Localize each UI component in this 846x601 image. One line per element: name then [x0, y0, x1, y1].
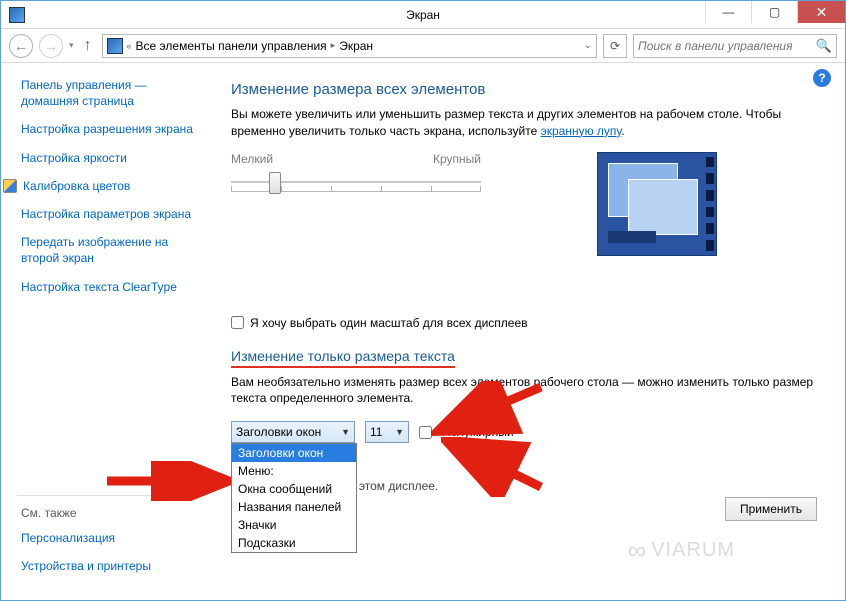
dropdown-option[interactable]: Окна сообщений: [232, 480, 356, 498]
crumb-separator-icon: ▸: [331, 40, 336, 51]
checkbox-one-scale-label: Я хочу выбрать один масштаб для всех дис…: [250, 316, 528, 330]
bold-label: Полужирный: [442, 425, 514, 439]
bold-checkbox[interactable]: [419, 426, 432, 439]
sidebar-link-calibrate[interactable]: Калибровка цветов: [23, 178, 130, 194]
size-combobox[interactable]: 11 ▼: [365, 421, 409, 443]
dropdown-option[interactable]: Подсказки: [232, 534, 356, 552]
heading-text-only: Изменение только размера текста: [231, 348, 817, 368]
infinity-icon: ∞: [628, 535, 648, 566]
address-bar: ← → ▾ ↑ « Все элементы панели управления…: [1, 29, 845, 63]
watermark: ∞ VIARUM: [628, 535, 735, 566]
slider-max-label: Крупный: [433, 152, 481, 166]
maximize-button[interactable]: ▢: [751, 1, 797, 23]
element-combobox-value: Заголовки окон: [236, 425, 321, 439]
close-button[interactable]: ✕: [797, 1, 845, 23]
sidebar-link-brightness[interactable]: Настройка яркости: [21, 150, 201, 166]
size-combobox-value: 11: [370, 425, 382, 439]
see-also-devices[interactable]: Устройства и принтеры: [21, 558, 201, 574]
control-panel-icon: [107, 38, 123, 54]
sidebar-link-project[interactable]: Передать изображение на второй экран: [21, 234, 201, 266]
history-dropdown-icon[interactable]: ▾: [69, 40, 74, 51]
monitor-illustration: [597, 152, 717, 256]
element-dropdown-list: Заголовки окон Меню: Окна сообщений Назв…: [231, 443, 357, 553]
search-box[interactable]: 🔍: [633, 34, 837, 58]
slider-labels: Мелкий Крупный: [231, 152, 481, 166]
back-button[interactable]: ←: [9, 34, 33, 58]
sidebar-link-cleartype[interactable]: Настройка текста ClearType: [21, 279, 201, 295]
desc-resize-all: Вы можете увеличить или уменьшить размер…: [231, 106, 817, 140]
crumb-display[interactable]: Экран: [339, 39, 373, 53]
crumb-root: «: [127, 41, 132, 51]
scale-slider[interactable]: [231, 172, 481, 192]
dropdown-option[interactable]: Значки: [232, 516, 356, 534]
apply-button[interactable]: Применить: [725, 497, 817, 521]
shield-icon: [3, 179, 17, 193]
chevron-down-icon: ▼: [341, 427, 350, 437]
title-bar: Экран — ▢ ✕: [1, 1, 845, 29]
chevron-down-icon: ▼: [395, 427, 404, 437]
refresh-button[interactable]: ⟳: [603, 34, 627, 58]
breadcrumb-bar[interactable]: « Все элементы панели управления ▸ Экран…: [102, 34, 597, 58]
window-buttons: — ▢ ✕: [705, 1, 845, 23]
sidebar-link-display-settings[interactable]: Настройка параметров экрана: [21, 206, 201, 222]
crumb-all-items[interactable]: Все элементы панели управления: [136, 39, 327, 53]
minimize-button[interactable]: —: [705, 1, 751, 23]
dropdown-option[interactable]: Названия панелей: [232, 498, 356, 516]
up-button[interactable]: ↑: [80, 37, 96, 55]
text-size-controls: Заголовки окон ▼ Заголовки окон Меню: Ок…: [231, 421, 817, 443]
sidebar: Панель управления — домашняя страница На…: [1, 63, 211, 600]
address-dropdown-icon[interactable]: ⌄: [584, 40, 592, 51]
dropdown-option[interactable]: Меню:: [232, 462, 356, 480]
forward-button[interactable]: →: [39, 34, 63, 58]
search-icon[interactable]: 🔍: [816, 38, 832, 54]
dropdown-option[interactable]: Заголовки окон: [232, 444, 356, 462]
search-input[interactable]: [638, 39, 816, 53]
see-also-heading: См. также: [21, 506, 201, 520]
see-also-personalization[interactable]: Персонализация: [21, 530, 201, 546]
sidebar-link-resolution[interactable]: Настройка разрешения экрана: [21, 121, 201, 137]
magnifier-link[interactable]: экранную лупу: [541, 124, 622, 138]
slider-min-label: Мелкий: [231, 152, 273, 166]
checkbox-one-scale[interactable]: [231, 316, 244, 329]
help-icon[interactable]: ?: [813, 69, 831, 87]
slider-thumb[interactable]: [269, 172, 281, 194]
element-combobox[interactable]: Заголовки окон ▼ Заголовки окон Меню: Ок…: [231, 421, 355, 443]
sidebar-link-home[interactable]: Панель управления — домашняя страница: [21, 77, 201, 109]
heading-resize-all: Изменение размера всех элементов: [231, 81, 817, 98]
content-area: ? Изменение размера всех элементов Вы мо…: [211, 63, 845, 600]
desc-text-only: Вам необязательно изменять размер всех э…: [231, 374, 817, 408]
